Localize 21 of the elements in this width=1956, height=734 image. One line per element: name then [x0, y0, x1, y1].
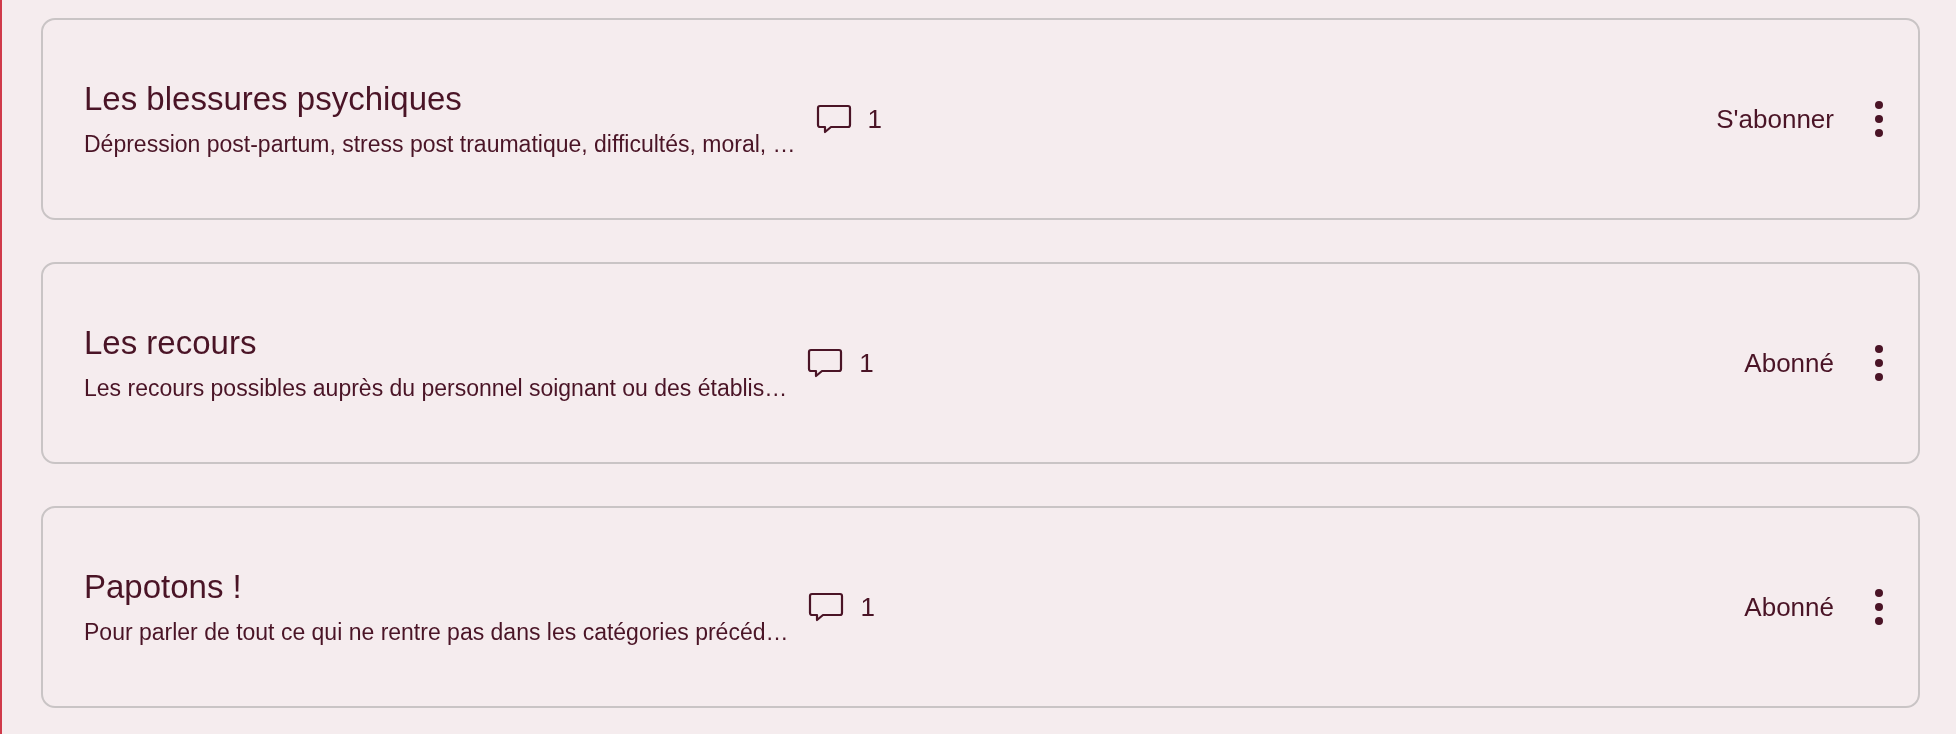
category-description: Les recours possibles auprès du personnel soignant ou des établis…	[84, 374, 788, 403]
subscribe-button[interactable]: S'abonner	[1716, 99, 1834, 139]
category-title[interactable]: Les recours	[84, 323, 788, 363]
category-card[interactable]: Les recours Les recours possibles auprès du personnel soignant ou des établis… 1 Abonné	[41, 262, 1920, 464]
comment-icon	[815, 103, 852, 135]
comment-icon	[808, 591, 845, 623]
more-options-icon[interactable]	[1874, 101, 1884, 137]
subscribe-button[interactable]: Abonné	[1744, 343, 1834, 383]
comment-icon	[807, 347, 844, 379]
comment-count: 1	[860, 590, 875, 624]
subscribe-button[interactable]: Abonné	[1744, 587, 1834, 627]
category-card[interactable]: Papotons ! Pour parler de tout ce qui ne rentre pas dans les catégories précéd… 1 Abonné	[41, 506, 1920, 708]
category-description: Pour parler de tout ce qui ne rentre pas dans les catégories précéd…	[84, 618, 789, 647]
comment-count: 1	[859, 346, 874, 380]
category-description: Dépression post-partum, stress post traumatique, difficultés, moral, …	[84, 130, 796, 159]
comment-count: 1	[867, 102, 883, 136]
category-title[interactable]: Papotons !	[84, 567, 789, 607]
more-options-icon[interactable]	[1874, 589, 1884, 625]
category-card[interactable]: Les blessures psychiques Dépression post-partum, stress post traumatique, difficultés, moral, … 1 S'abonner	[41, 18, 1920, 220]
category-title[interactable]: Les blessures psychiques	[84, 79, 796, 119]
more-options-icon[interactable]	[1874, 345, 1884, 381]
